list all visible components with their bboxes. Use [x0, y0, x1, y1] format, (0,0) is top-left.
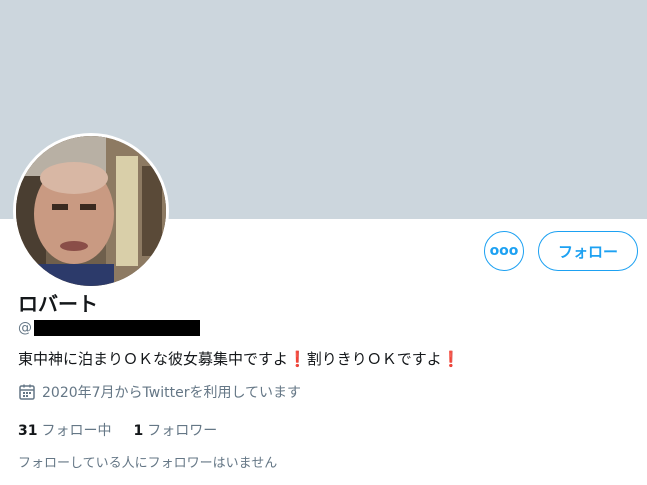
followers-link[interactable]: 1 フォロワー: [133, 420, 217, 440]
user-handle: @: [18, 318, 200, 338]
followers-count: 1: [133, 423, 144, 439]
more-icon: ooo: [489, 243, 519, 259]
display-name: ロバート: [18, 292, 98, 316]
join-date: 2020年7月からTwitterを利用しています: [18, 382, 301, 402]
join-date-text: 2020年7月からTwitterを利用しています: [42, 385, 302, 401]
avatar-photo: [16, 136, 166, 286]
following-count: 31: [18, 423, 38, 439]
handle-prefix: @: [18, 320, 32, 336]
calendar-icon: [19, 384, 35, 400]
followers-label: フォロワー: [147, 423, 218, 439]
profile-bio: 東中神に泊まりＯＫな彼女募集中ですよ❗割りきりＯＫですよ❗: [18, 348, 460, 369]
mutual-followers-note: フォローしている人にフォロワーはいません: [18, 456, 278, 471]
handle-redaction: [34, 320, 200, 336]
profile-avatar[interactable]: [13, 133, 169, 289]
follow-button[interactable]: フォロー: [538, 231, 638, 271]
more-button[interactable]: ooo: [484, 231, 524, 271]
profile-stats: 31 フォロー中 1 フォロワー: [18, 420, 217, 440]
following-label: フォロー中: [41, 423, 112, 439]
exclamation-emoji-icon: ❗: [288, 350, 307, 368]
bio-text-part2: 割りきりＯＫですよ: [306, 350, 442, 368]
bio-text-part1: 東中神に泊まりＯＫな彼女募集中ですよ: [18, 350, 289, 368]
following-link[interactable]: 31 フォロー中: [18, 420, 111, 440]
exclamation-emoji-icon: ❗: [441, 350, 461, 368]
